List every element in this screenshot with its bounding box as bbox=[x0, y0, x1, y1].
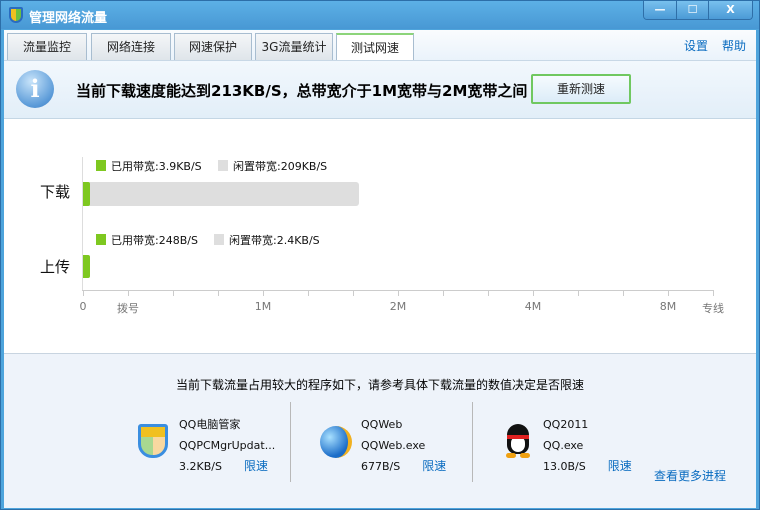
tab-speed-test[interactable]: 测试网速 bbox=[336, 33, 414, 61]
divider bbox=[472, 402, 473, 482]
download-idle-legend: 闲置带宽:209KB/S bbox=[218, 158, 327, 174]
title-bar[interactable]: 管理网络流量 — ☐ X bbox=[1, 1, 759, 29]
limit-speed-link[interactable]: 限速 bbox=[244, 459, 268, 473]
axis-tick bbox=[128, 291, 129, 296]
idle-swatch bbox=[214, 234, 224, 245]
download-used-bar bbox=[83, 182, 90, 206]
minimize-button[interactable]: — bbox=[644, 1, 676, 19]
axis-tick bbox=[488, 291, 489, 296]
upload-idle-label: 闲置带宽:2.4KB/S bbox=[229, 234, 320, 247]
axis-label-4m: 4M bbox=[524, 300, 542, 313]
maximize-button[interactable]: ☐ bbox=[676, 1, 708, 19]
process-item: QQ2011 QQ.exe 13.0B/S 限速 bbox=[543, 414, 632, 477]
axis-tick bbox=[263, 291, 264, 296]
download-used-legend: 已用带宽:3.9KB/S bbox=[96, 158, 202, 174]
upload-used-legend: 已用带宽:248B/S bbox=[96, 232, 198, 248]
axis-tick bbox=[83, 291, 84, 296]
process-speed: 13.0B/S bbox=[543, 460, 586, 473]
upload-label: 上传 bbox=[40, 258, 71, 276]
process-exe: QQ.exe bbox=[543, 439, 584, 452]
axis-label-dialup: 拨号 bbox=[117, 302, 139, 315]
axis-tick bbox=[398, 291, 399, 296]
tab-speed-protect[interactable]: 网速保护 bbox=[174, 33, 252, 60]
penguin-icon bbox=[504, 424, 532, 458]
process-name: QQWeb bbox=[361, 418, 403, 431]
used-swatch bbox=[96, 234, 106, 245]
upload-used-label: 已用带宽:248B/S bbox=[111, 234, 198, 247]
process-item: QQ电脑管家 QQPCMgrUpdat... 3.2KB/S 限速 bbox=[179, 414, 275, 477]
processes-caption: 当前下载流量占用较大的程序如下，请参考具体下载流量的数值决定是否限速 bbox=[176, 378, 585, 392]
axis-tick bbox=[578, 291, 579, 296]
result-message: 当前下载速度能达到213KB/S，总带宽介于1M宽带与2M宽带之间 bbox=[76, 82, 528, 100]
info-icon: i bbox=[16, 70, 54, 108]
download-idle-bar bbox=[83, 182, 359, 206]
top-processes-panel: 当前下载流量占用较大的程序如下，请参考具体下载流量的数值决定是否限速 QQ电脑管… bbox=[4, 353, 756, 508]
axis-label-0: 0 bbox=[79, 300, 87, 313]
axis-tick bbox=[668, 291, 669, 296]
process-item: QQWeb QQWeb.exe 677B/S 限速 bbox=[361, 414, 446, 477]
axis-tick bbox=[533, 291, 534, 296]
axis-tick bbox=[173, 291, 174, 296]
tab-strip: 流量监控 网络连接 网速保护 3G流量统计 测试网速 设置 帮助 bbox=[4, 30, 756, 61]
axis-label-8m: 8M bbox=[659, 300, 677, 313]
limit-speed-link[interactable]: 限速 bbox=[422, 459, 446, 473]
tab-traffic-monitor[interactable]: 流量监控 bbox=[7, 33, 87, 60]
process-speed: 3.2KB/S bbox=[179, 460, 222, 473]
axis-label-leased-line: 专线 bbox=[702, 302, 724, 315]
settings-link[interactable]: 设置 bbox=[684, 37, 708, 54]
axis-label-2m: 2M bbox=[389, 300, 407, 313]
upload-used-bar bbox=[83, 255, 90, 278]
process-speed: 677B/S bbox=[361, 460, 401, 473]
help-link[interactable]: 帮助 bbox=[722, 37, 746, 54]
axis-tick bbox=[308, 291, 309, 296]
result-banner: i 当前下载速度能达到213KB/S，总带宽介于1M宽带与2M宽带之间 重新测速 bbox=[4, 60, 756, 119]
process-name: QQ2011 bbox=[543, 418, 589, 431]
upload-idle-legend: 闲置带宽:2.4KB/S bbox=[214, 232, 320, 248]
app-shield-icon bbox=[9, 7, 23, 23]
tab-3g-stats[interactable]: 3G流量统计 bbox=[255, 33, 333, 60]
window-title: 管理网络流量 bbox=[29, 11, 108, 26]
axis-tick bbox=[218, 291, 219, 296]
process-exe: QQWeb.exe bbox=[361, 439, 426, 452]
retest-button[interactable]: 重新测速 bbox=[531, 74, 631, 104]
process-exe: QQPCMgrUpdat... bbox=[179, 439, 276, 452]
axis-tick bbox=[713, 291, 714, 296]
shield-icon bbox=[138, 424, 168, 458]
download-label: 下载 bbox=[40, 183, 71, 201]
used-swatch bbox=[96, 160, 106, 171]
window: 管理网络流量 — ☐ X 流量监控 网络连接 网速保护 3G流量统计 测试网速 … bbox=[0, 0, 760, 510]
more-processes-link[interactable]: 查看更多进程 bbox=[654, 467, 726, 484]
close-button[interactable]: X bbox=[708, 1, 752, 19]
process-name: QQ电脑管家 bbox=[179, 418, 241, 431]
idle-swatch bbox=[218, 160, 228, 171]
download-idle-label: 闲置带宽:209KB/S bbox=[233, 160, 328, 173]
globe-icon bbox=[320, 426, 352, 458]
tab-connections[interactable]: 网络连接 bbox=[91, 33, 171, 60]
axis-tick bbox=[443, 291, 444, 296]
download-used-label: 已用带宽:3.9KB/S bbox=[111, 160, 202, 173]
divider bbox=[290, 402, 291, 482]
limit-speed-link[interactable]: 限速 bbox=[608, 459, 632, 473]
bandwidth-chart: 已用带宽:3.9KB/S 闲置带宽:209KB/S 下载 已用带宽:248B/S… bbox=[4, 119, 756, 353]
axis-tick bbox=[623, 291, 624, 296]
axis-label-1m: 1M bbox=[254, 300, 272, 313]
axis-tick bbox=[353, 291, 354, 296]
